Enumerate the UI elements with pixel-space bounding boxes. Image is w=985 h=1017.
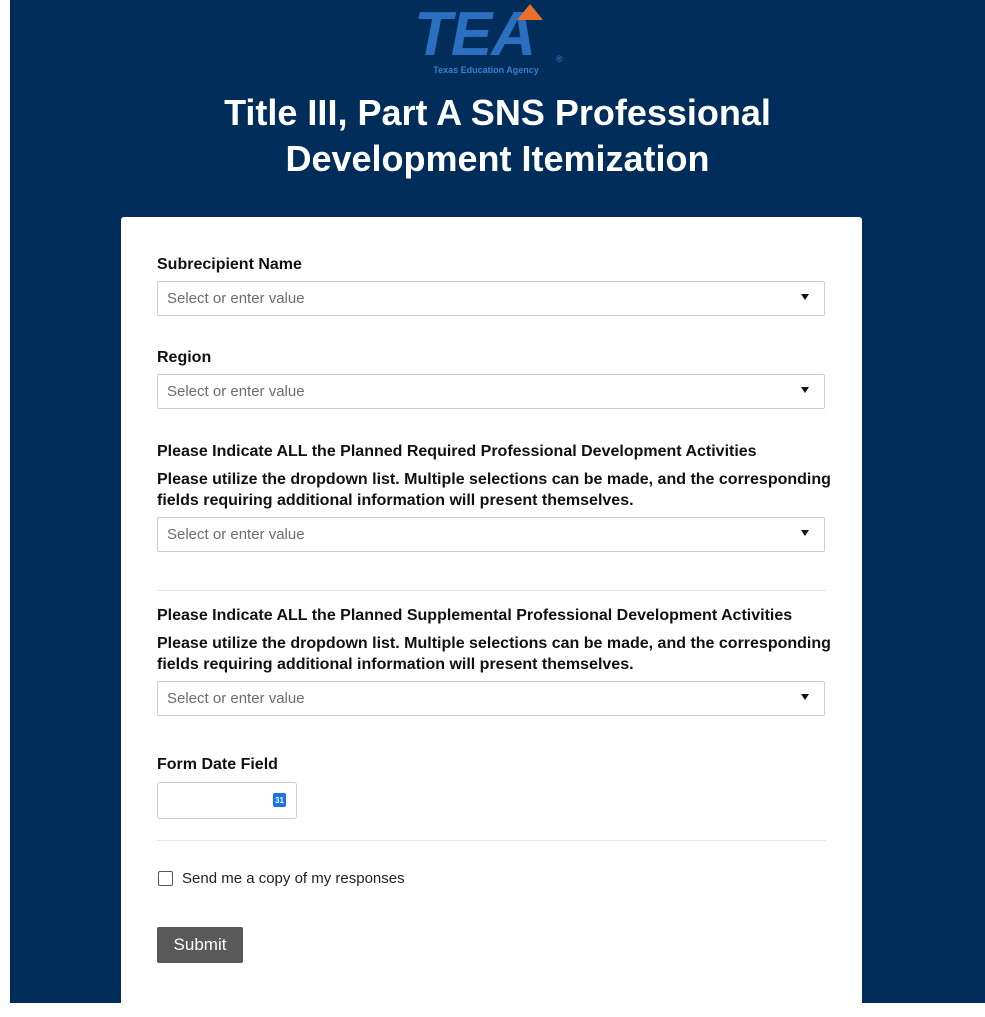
registered-mark: ® <box>556 54 563 64</box>
logo-accent-icon <box>517 4 543 20</box>
supplemental-pd-placeholder: Select or enter value <box>167 690 305 707</box>
region-select[interactable]: Select or enter value <box>157 374 825 409</box>
form-date-label: Form Date Field <box>157 756 278 773</box>
supplemental-pd-select[interactable]: Select or enter value <box>157 681 825 716</box>
send-copy-label[interactable]: Send me a copy of my responses <box>182 870 405 887</box>
tea-logo: TEA ® Texas Education Agency <box>414 4 574 78</box>
required-pd-placeholder: Select or enter value <box>167 526 305 543</box>
region-label: Region <box>157 349 212 366</box>
subrecipient-name-placeholder: Select or enter value <box>167 290 305 307</box>
form-card: Subrecipient Name Select or enter value … <box>121 217 862 1017</box>
required-pd-description: Please utilize the dropdown list. Multip… <box>157 471 831 509</box>
subrecipient-name-select[interactable]: Select or enter value <box>157 281 825 316</box>
chevron-down-icon <box>801 530 809 536</box>
form-date-input[interactable]: 31 <box>157 782 297 819</box>
chevron-down-icon <box>801 694 809 700</box>
required-pd-select[interactable]: Select or enter value <box>157 517 825 552</box>
page-title-text: Title III, Part A SNS Professional Devel… <box>224 92 771 179</box>
submit-button[interactable]: Submit <box>157 927 243 963</box>
page-title: Title III, Part A SNS Professional Devel… <box>10 90 985 182</box>
logo-subtitle: Texas Education Agency <box>433 65 539 75</box>
region-placeholder: Select or enter value <box>167 383 305 400</box>
chevron-down-icon <box>801 294 809 300</box>
supplemental-pd-description: Please utilize the dropdown list. Multip… <box>157 635 831 673</box>
send-copy-checkbox[interactable] <box>158 871 173 886</box>
required-pd-label: Please Indicate ALL the Planned Required… <box>157 443 757 460</box>
section-divider <box>157 840 826 841</box>
supplemental-pd-label: Please Indicate ALL the Planned Suppleme… <box>157 607 793 624</box>
subrecipient-name-label: Subrecipient Name <box>157 256 302 273</box>
chevron-down-icon <box>801 387 809 393</box>
section-divider <box>157 590 826 591</box>
calendar-icon[interactable]: 31 <box>273 793 286 807</box>
